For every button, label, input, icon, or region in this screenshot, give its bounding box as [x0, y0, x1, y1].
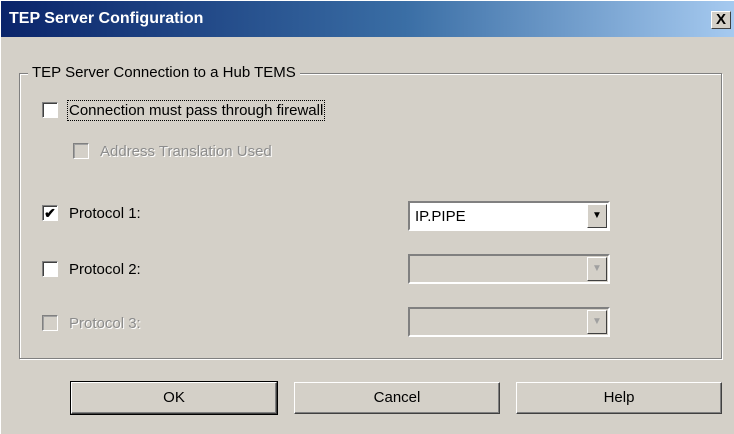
protocol-3-select[interactable]: ▼: [408, 307, 610, 337]
chevron-down-icon: ▼: [592, 316, 602, 327]
address-translation-label: Address Translation Used: [100, 143, 272, 160]
close-button[interactable]: X: [711, 11, 731, 29]
checkmark-icon: ✔: [44, 205, 56, 221]
protocol-2-checkbox[interactable]: [42, 261, 58, 277]
ok-button[interactable]: OK: [70, 381, 278, 415]
address-translation-checkbox[interactable]: [73, 143, 89, 159]
protocol-3-dropdown-button[interactable]: ▼: [587, 310, 607, 334]
group-legend: TEP Server Connection to a Hub TEMS: [28, 64, 300, 81]
title-bar[interactable]: TEP Server Configuration X: [1, 1, 734, 37]
protocol-1-value: IP.PIPE: [415, 208, 466, 225]
tep-server-config-dialog: TEP Server Configuration X TEP Server Co…: [0, 0, 734, 434]
protocol-2-label: Protocol 2:: [69, 261, 141, 278]
protocol-1-checkbox[interactable]: ✔: [42, 205, 58, 221]
chevron-down-icon: ▼: [592, 263, 602, 274]
window-title: TEP Server Configuration: [9, 10, 204, 27]
protocol-3-checkbox[interactable]: [42, 315, 58, 331]
firewall-label[interactable]: Connection must pass through firewall: [66, 100, 326, 121]
protocol-3-label: Protocol 3:: [69, 315, 141, 332]
close-icon: X: [715, 11, 726, 28]
cancel-button[interactable]: Cancel: [294, 382, 500, 414]
firewall-checkbox[interactable]: [42, 102, 58, 118]
chevron-down-icon: ▼: [592, 210, 602, 221]
help-button[interactable]: Help: [516, 382, 722, 414]
protocol-1-select[interactable]: IP.PIPE ▼: [408, 201, 610, 231]
protocol-2-select[interactable]: ▼: [408, 254, 610, 284]
protocol-2-dropdown-button[interactable]: ▼: [587, 257, 607, 281]
protocol-1-dropdown-button[interactable]: ▼: [587, 204, 607, 228]
protocol-1-label: Protocol 1:: [69, 205, 141, 222]
